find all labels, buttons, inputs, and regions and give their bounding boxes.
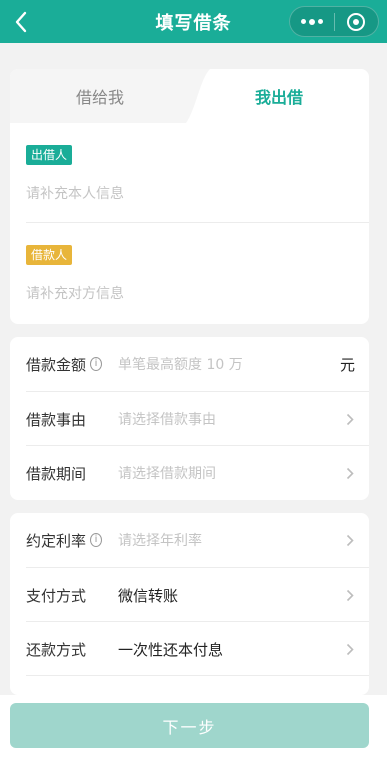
next-step-button[interactable]: 下一步 — [10, 703, 369, 748]
lender-badge: 出借人 — [26, 145, 73, 165]
chevron-right-icon — [345, 466, 355, 480]
currency-unit: 元 — [339, 355, 355, 374]
tab-borrow-to-me[interactable]: 借给我 — [10, 69, 190, 123]
loan-amount-label-text: 借款金额 — [26, 355, 87, 374]
close-target-icon — [347, 12, 366, 31]
info-icon[interactable]: i — [90, 357, 102, 371]
more-button[interactable] — [290, 7, 334, 36]
interest-rate-label: 约定利率 i — [26, 530, 102, 551]
lender-info-placeholder[interactable]: 请补充本人信息 — [26, 183, 124, 203]
loan-reason-value[interactable]: 请选择借款事由 — [102, 409, 345, 429]
loan-period-value[interactable]: 请选择借款期间 — [102, 463, 345, 483]
tab-i-lend[interactable]: 我出借 — [189, 69, 369, 123]
more-dots-icon — [300, 18, 323, 25]
chevron-right-icon — [345, 533, 355, 547]
payment-method-row[interactable]: 支付方式 微信转账 — [26, 568, 355, 622]
interest-rate-value[interactable]: 请选择年利率 — [102, 530, 345, 550]
miniprogram-capsule — [289, 6, 379, 37]
interest-rate-label-text: 约定利率 — [26, 531, 87, 550]
row-divider — [26, 675, 369, 676]
payment-method-value[interactable]: 微信转账 — [102, 585, 345, 606]
repayment-method-value[interactable]: 一次性还本付息 — [102, 639, 345, 660]
parties-card: 借给我 我出借 出借人 请补充本人信息 借款人 请补充对方信息 — [10, 69, 369, 324]
borrower-section[interactable]: 借款人 请补充对方信息 — [26, 244, 353, 304]
terms-card: 约定利率 i 请选择年利率 支付方式 微信转账 还款方式 一次性还本付息 — [10, 513, 369, 695]
chevron-right-icon — [345, 588, 355, 602]
borrower-badge: 借款人 — [26, 245, 73, 265]
chevron-right-icon — [345, 412, 355, 426]
loan-period-row[interactable]: 借款期间 请选择借款期间 — [26, 446, 355, 500]
borrower-info-placeholder[interactable]: 请补充对方信息 — [26, 283, 124, 303]
loan-amount-input[interactable]: 单笔最高额度 10 万 — [102, 354, 340, 374]
loan-period-label: 借款期间 — [26, 464, 87, 483]
chevron-right-icon — [345, 642, 355, 656]
info-icon[interactable]: i — [90, 533, 102, 547]
repayment-method-label: 还款方式 — [26, 640, 87, 659]
nav-bar: 填写借条 — [0, 0, 387, 43]
bottom-action-bar: 下一步 — [0, 695, 387, 758]
payment-method-label: 支付方式 — [26, 586, 87, 605]
loan-amount-label: 借款金额 i — [26, 354, 102, 375]
page-title: 填写借条 — [155, 12, 232, 34]
interest-rate-row[interactable]: 约定利率 i 请选择年利率 — [26, 513, 355, 567]
loan-amount-row[interactable]: 借款金额 i 单笔最高额度 10 万 元 — [26, 337, 355, 391]
loan-reason-row[interactable]: 借款事由 请选择借款事由 — [26, 392, 355, 446]
section-divider — [26, 222, 369, 223]
close-miniprogram-button[interactable] — [334, 7, 378, 36]
lend-direction-tabs: 借给我 我出借 — [10, 69, 369, 123]
loan-details-card: 借款金额 i 单笔最高额度 10 万 元 借款事由 请选择借款事由 借款期间 请… — [10, 337, 369, 500]
back-icon[interactable] — [8, 9, 34, 35]
repayment-method-row[interactable]: 还款方式 一次性还本付息 — [26, 622, 355, 676]
loan-reason-label: 借款事由 — [26, 410, 87, 429]
lender-section[interactable]: 出借人 请补充本人信息 — [26, 144, 353, 204]
